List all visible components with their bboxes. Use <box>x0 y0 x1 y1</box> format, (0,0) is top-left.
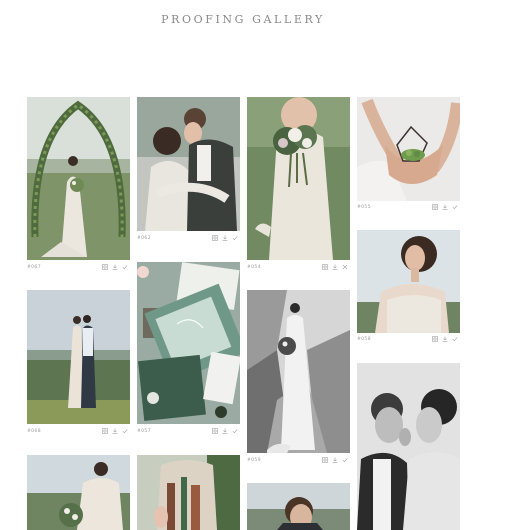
download-icon[interactable] <box>222 235 228 241</box>
photo-card[interactable]: #054 <box>247 97 350 275</box>
zoom-icon[interactable] <box>212 428 218 434</box>
zoom-icon[interactable] <box>212 235 218 241</box>
photo-card[interactable]: #067 <box>27 97 130 272</box>
photo-card[interactable]: #062 <box>137 97 240 245</box>
photo-card[interactable]: #059 <box>247 290 350 466</box>
photo-card[interactable]: #068 <box>27 290 130 438</box>
photo-bride-arch[interactable] <box>27 97 130 260</box>
download-icon[interactable] <box>112 264 118 270</box>
photo-invitation-flatlay[interactable] <box>137 262 240 424</box>
photo-card[interactable] <box>137 455 240 530</box>
zoom-icon[interactable] <box>322 457 328 463</box>
download-icon[interactable] <box>442 336 448 342</box>
photo-number: #054 <box>247 265 261 270</box>
photo-card[interactable]: #058 <box>357 230 460 348</box>
photo-bouquet-closeup[interactable] <box>137 455 240 530</box>
check-icon[interactable] <box>452 336 458 342</box>
photo-couple-hill[interactable] <box>27 290 130 424</box>
zoom-icon[interactable] <box>102 428 108 434</box>
zoom-icon[interactable] <box>432 204 438 210</box>
close-icon[interactable] <box>342 264 348 270</box>
photo-terrarium-hands[interactable] <box>357 97 460 201</box>
download-icon[interactable] <box>442 204 448 210</box>
check-icon[interactable] <box>122 264 128 270</box>
download-icon[interactable] <box>222 428 228 434</box>
photo-couple-bw[interactable] <box>357 363 460 530</box>
photo-number: #055 <box>357 205 371 210</box>
photo-number: #068 <box>27 429 41 434</box>
photo-card[interactable] <box>247 483 350 530</box>
check-icon[interactable] <box>342 457 348 463</box>
photo-number: #057 <box>137 429 151 434</box>
download-icon[interactable] <box>112 428 118 434</box>
photo-card[interactable]: #055 <box>357 97 460 215</box>
photo-bride-portrait[interactable] <box>357 230 460 333</box>
check-icon[interactable] <box>122 428 128 434</box>
download-icon[interactable] <box>332 264 338 270</box>
check-icon[interactable] <box>232 235 238 241</box>
photo-number: #067 <box>27 265 41 270</box>
photo-card[interactable]: #057 <box>137 262 240 438</box>
photo-bride-bouquet[interactable] <box>247 97 350 260</box>
check-icon[interactable] <box>452 204 458 210</box>
photo-number: #059 <box>247 458 261 463</box>
check-icon[interactable] <box>232 428 238 434</box>
gallery-title: PROOFING GALLERY <box>161 13 325 26</box>
photo-groom-portrait[interactable] <box>247 483 350 530</box>
zoom-icon[interactable] <box>432 336 438 342</box>
zoom-icon[interactable] <box>102 264 108 270</box>
photo-number: #062 <box>137 236 151 241</box>
photo-card[interactable] <box>357 363 460 530</box>
download-icon[interactable] <box>332 457 338 463</box>
photo-couple-embrace[interactable] <box>137 97 240 231</box>
photo-bride-rocks[interactable] <box>247 290 350 453</box>
photo-bride-bouquet-2[interactable] <box>27 455 130 530</box>
zoom-icon[interactable] <box>322 264 328 270</box>
photo-number: #058 <box>357 337 371 342</box>
photo-card[interactable] <box>27 455 130 530</box>
